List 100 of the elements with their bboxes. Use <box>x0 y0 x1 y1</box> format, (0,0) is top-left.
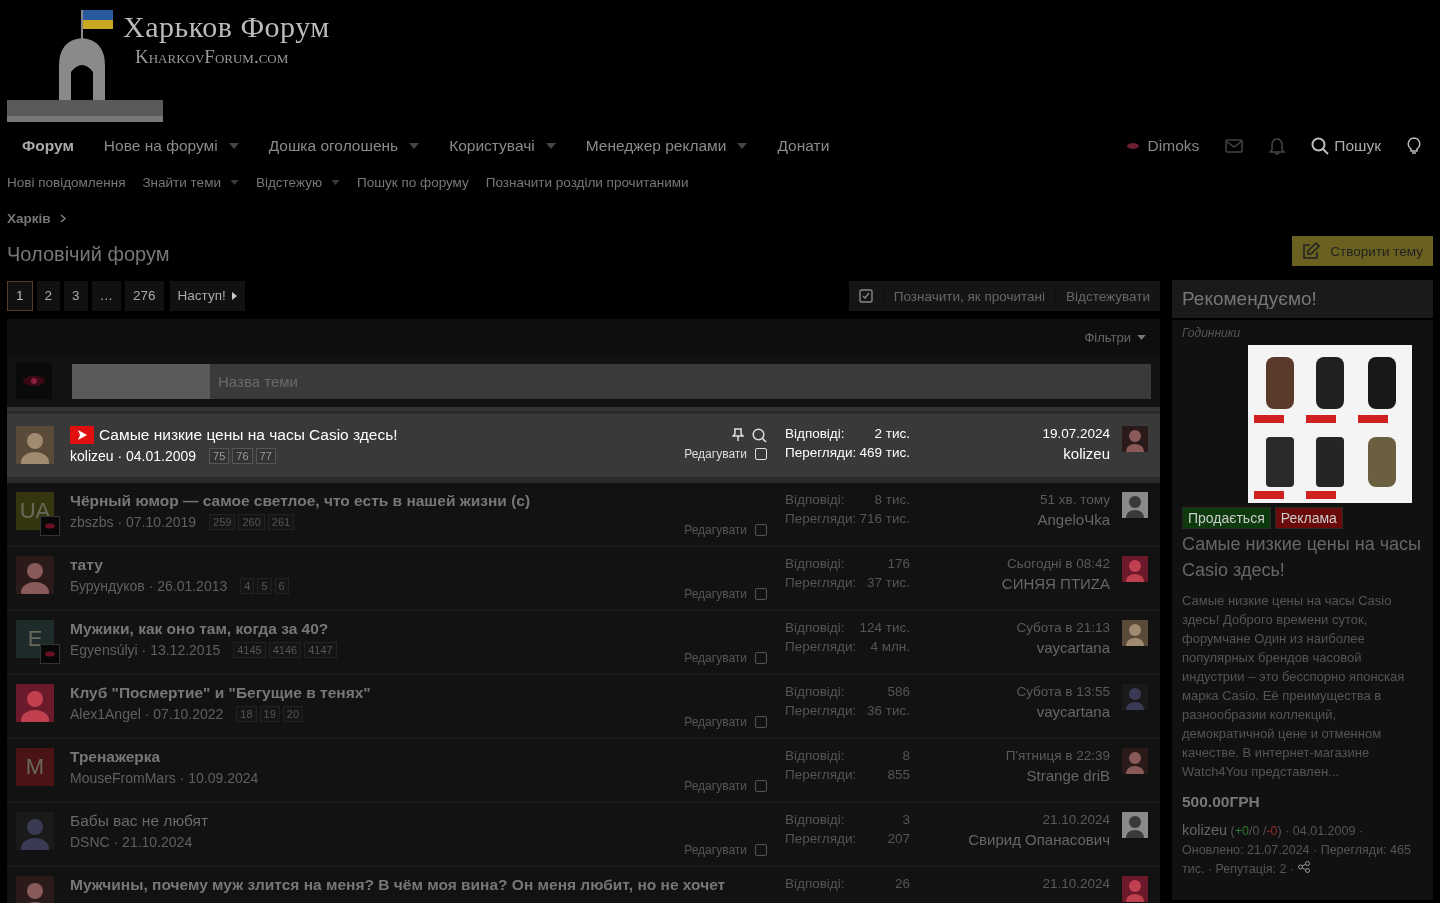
page-link[interactable]: 6 <box>274 578 289 594</box>
page-link[interactable]: 276 <box>125 281 164 311</box>
subnav-link[interactable]: Відстежую <box>255 174 341 190</box>
thread-title[interactable]: тату <box>70 556 103 574</box>
checkbox[interactable] <box>755 844 767 856</box>
last-post-user[interactable]: СИНЯЯ ПТИZА <box>1001 575 1110 592</box>
last-post-user[interactable]: Strange driB <box>1026 767 1110 784</box>
checkbox[interactable] <box>755 716 767 728</box>
thread-title[interactable]: Бабы вас не любят <box>70 812 209 830</box>
next-page-button[interactable]: Наступ! <box>169 281 245 311</box>
search-link[interactable]: Пошук <box>1311 137 1381 155</box>
edit-link[interactable]: Редагувати <box>684 447 747 461</box>
share-icon[interactable] <box>1297 861 1310 873</box>
page-link[interactable]: 4145 <box>233 642 266 658</box>
last-post-date[interactable]: Субота в 13:55 <box>1016 684 1110 699</box>
nav-tab[interactable]: Дошка оголошень <box>253 137 435 155</box>
last-post-date[interactable]: 19.07.2024 <box>1042 426 1110 441</box>
page-link[interactable]: 1 <box>7 281 33 311</box>
lightbulb-icon[interactable] <box>1407 137 1421 155</box>
edit-link[interactable]: Редагувати <box>684 715 747 729</box>
last-post-user[interactable]: AngeloЧka <box>1037 511 1110 528</box>
subnav-link[interactable]: Нові повідомлення <box>7 174 126 190</box>
thread-author[interactable]: Бурундуков · 26.01.2013 <box>70 578 228 594</box>
checkbox[interactable] <box>755 780 767 792</box>
page-link[interactable]: 259 <box>209 514 236 530</box>
edit-link[interactable]: Редагувати <box>684 843 747 857</box>
thread-title[interactable]: Мужики, как оно там, когда за 40? <box>70 620 329 638</box>
page-link[interactable]: 77 <box>255 448 276 464</box>
thread-title[interactable]: Самые низкие цены на часы Casio здесь! <box>99 426 398 444</box>
last-post-date[interactable]: 51 хв. тому <box>1040 492 1110 507</box>
subnav-link[interactable]: Пошук по форуму <box>357 174 469 190</box>
select-button[interactable] <box>848 281 883 311</box>
thread-title[interactable]: Мужчины, почему муж злится на меня? В чём моя вина? Он меня любит, но не хочет <box>70 876 726 894</box>
checkbox[interactable] <box>755 524 767 536</box>
last-post-user[interactable]: Свирид Опанасович <box>968 831 1110 848</box>
thread-title[interactable]: Тренажерка <box>70 748 161 766</box>
filters-button[interactable]: Фільтри <box>1084 329 1146 345</box>
search-icon[interactable] <box>752 428 767 443</box>
page-link[interactable]: 261 <box>267 514 295 530</box>
page-link[interactable]: 4147 <box>304 642 337 658</box>
page-link[interactable]: 260 <box>238 514 265 530</box>
toolbar-button[interactable]: Відстежувати <box>1056 281 1160 311</box>
thread-title[interactable]: Чёрный юмор — самое светлое, что есть в нашей жизни (c) <box>70 492 531 510</box>
edit-link[interactable]: Редагувати <box>684 651 747 665</box>
last-post-user[interactable]: kolizeu <box>1063 445 1110 462</box>
page-link[interactable]: 5 <box>257 578 272 594</box>
thread-author[interactable]: DSNC · 21.10.2024 <box>70 834 193 850</box>
bell-icon[interactable] <box>1269 137 1286 155</box>
mail-icon[interactable] <box>1225 139 1244 153</box>
page-link[interactable]: 75 <box>209 448 230 464</box>
subnav-link[interactable]: Позначити розділи прочитаними <box>485 174 689 190</box>
breadcrumb-link[interactable]: Харків <box>7 210 51 226</box>
thread-row[interactable]: UA Чёрный юмор — самое светлое, что есть в нашей жизни (c) zbszbs · 07.10.2019 259 260 261 Редагувати Відповіді: 8 тис. Перегляди: 716 тис. 51 хв. тому AngeloЧka <box>7 483 1160 547</box>
thread-row[interactable]: Мужчины, почему муж злится на меня? В чём моя вина? Он меня любит, но не хочет Відповіді: 26 21.10.2024 <box>7 867 1160 903</box>
toolbar-button[interactable]: Позначити, як прочитані <box>883 281 1056 311</box>
thread-author[interactable]: Alex1Angel · 07.10.2022 <box>70 706 224 722</box>
thread-row[interactable]: тату Бурундуков · 26.01.2013 4 5 6 Редагувати Відповіді: 176 Перегляди: 37 тис. Сьогодні в 08:42 СИНЯЯ ПТИZА <box>7 547 1160 611</box>
last-post-date[interactable]: П'ятниця в 22:39 <box>1005 748 1110 763</box>
thread-row[interactable]: M Тренажерка MouseFromMars · 10.09.2024 Редагувати Відповіді: 8 Перегляди: 855 П'ятниця в 22:39 Strange driB <box>7 739 1160 803</box>
thread-row[interactable]: Самые низкие цены на часы Casio здесь! kolizeu · 04.01.2009 75 76 77 Редагувати Відповіді: 2 тис. Перегляди: 469 тис. 19.07.2024 kolizeu <box>7 411 1160 483</box>
thread-row[interactable]: Клуб "Посмертие" и "Бегущие в тенях" Alex1Angel · 07.10.2022 18 19 20 Редагувати Відповіді: 586 Перегляди: 36 тис. Субота в 13:55 vaycartana <box>7 675 1160 739</box>
thread-title[interactable]: Клуб "Посмертие" и "Бегущие в тенях" <box>70 684 371 702</box>
create-thread-button[interactable]: Створити тему <box>1292 236 1433 266</box>
subnav-link[interactable]: Знайти теми <box>142 174 239 190</box>
last-post-date[interactable]: Сьогодні в 08:42 <box>1007 556 1110 571</box>
page-link[interactable]: 3 <box>64 281 88 311</box>
page-link[interactable]: 20 <box>282 706 304 722</box>
edit-link[interactable]: Редагувати <box>684 779 747 793</box>
nav-tab[interactable]: Менеджер реклами <box>570 137 763 155</box>
page-link[interactable]: 4146 <box>268 642 302 658</box>
nav-tab[interactable]: Користувачі <box>434 137 571 155</box>
page-link[interactable]: … <box>91 281 122 311</box>
checkbox[interactable] <box>755 652 767 664</box>
page-link[interactable]: 19 <box>259 706 280 722</box>
last-post-date[interactable]: 21.10.2024 <box>1042 812 1110 827</box>
ad-title[interactable]: Самые низкие цены на часы Casio здесь! <box>1182 531 1423 583</box>
page-link[interactable]: 18 <box>236 706 257 722</box>
checkbox[interactable] <box>755 588 767 600</box>
last-post-date[interactable]: Субота в 21:13 <box>1016 620 1110 635</box>
last-post-user[interactable]: vaycartana <box>1036 703 1110 720</box>
edit-link[interactable]: Редагувати <box>684 523 747 537</box>
nav-tab[interactable]: Донати <box>762 137 845 155</box>
page-link[interactable]: 76 <box>232 448 253 464</box>
page-link[interactable]: 4 <box>240 578 255 594</box>
user-link[interactable]: Dimoks <box>1125 137 1200 155</box>
thread-author[interactable]: Egyensúlyi · 13.12.2015 <box>70 642 221 658</box>
thread-author[interactable]: MouseFromMars · 10.09.2024 <box>70 770 259 786</box>
last-post-user[interactable]: vaycartana <box>1036 639 1110 656</box>
edit-link[interactable]: Редагувати <box>684 587 747 601</box>
nav-tab[interactable]: Форум <box>7 137 89 155</box>
prefix-dropdown[interactable] <box>72 363 210 399</box>
page-link[interactable]: 2 <box>36 281 61 311</box>
caret-icon <box>1137 334 1146 340</box>
views-count: 37 тис. <box>867 575 910 590</box>
last-post-date[interactable]: 21.10.2024 <box>1042 876 1110 891</box>
thread-author[interactable]: zbszbs · 07.10.2019 <box>70 514 197 530</box>
nav-tab[interactable]: Нове на форумі <box>88 137 254 155</box>
thread-row[interactable]: Бабы вас не любят DSNC · 21.10.2024 Редагувати Відповіді: 3 Перегляди: 207 21.10.2024 Свирид Опанасович <box>7 803 1160 867</box>
thread-row[interactable]: E Мужики, как оно там, когда за 40? Egyensúlyi · 13.12.2015 4145 4146 4147 Редагувати Відповіді: 124 тис. Перегляди: 4 млн. Субота в 21:13 vaycartana <box>7 611 1160 675</box>
thread-author[interactable]: kolizeu · 04.01.2009 <box>70 448 197 464</box>
